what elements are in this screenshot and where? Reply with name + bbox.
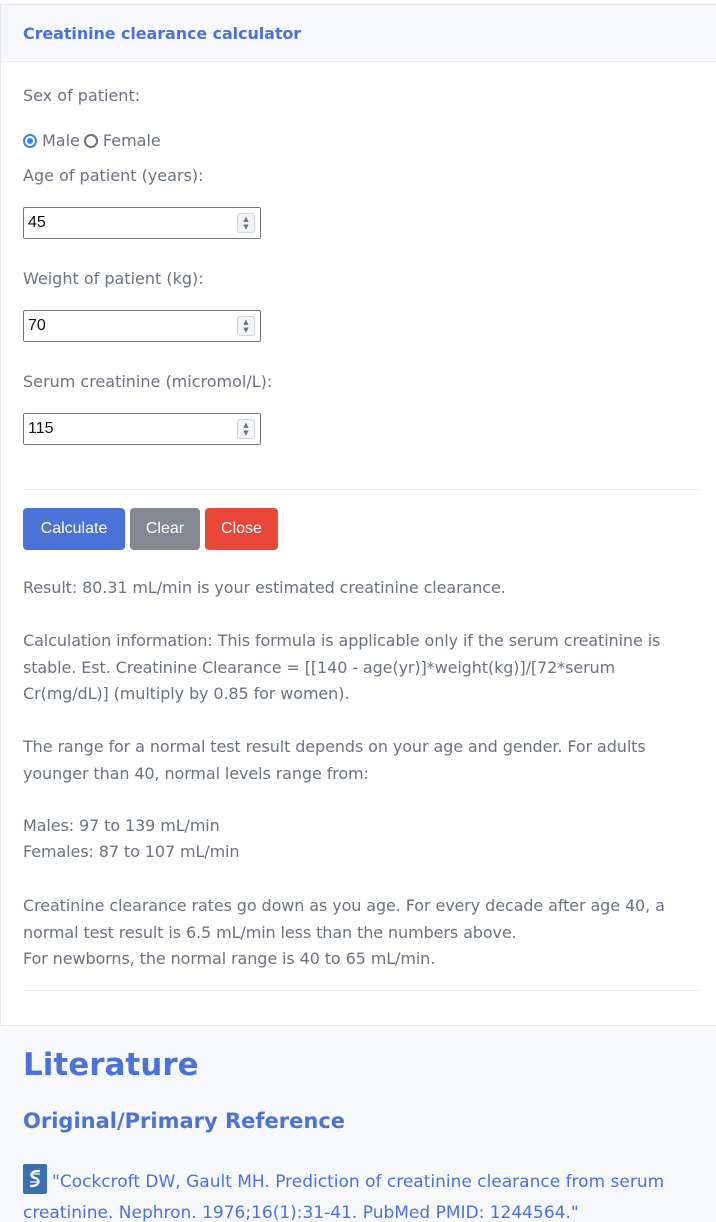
calculation-info: Calculation information: This formula is… <box>23 631 661 703</box>
card-header: Creatinine clearance calculator <box>1 5 716 62</box>
sex-option-female[interactable]: Female <box>83 131 161 150</box>
age-input[interactable]: 45 ▲ ▼ <box>23 207 261 239</box>
creatinine-value: 115 <box>28 420 54 437</box>
result-text: Result: 80.31 mL/min is your estimated c… <box>23 578 506 597</box>
age-value: 45 <box>28 214 46 231</box>
weight-spinner[interactable]: ▲ ▼ <box>237 316 255 336</box>
creatinine-input[interactable]: 115 ▲ ▼ <box>23 413 261 445</box>
pubmed-icon <box>23 1164 47 1194</box>
close-button[interactable]: Close <box>205 508 278 550</box>
male-label: Male <box>42 131 80 150</box>
weight-input[interactable]: 70 ▲ ▼ <box>23 310 261 342</box>
male-radio[interactable] <box>23 133 37 148</box>
age-label: Age of patient (years): <box>23 166 204 185</box>
weight-value: 70 <box>28 317 46 334</box>
sex-label: Sex of patient: <box>23 86 141 105</box>
clear-button[interactable]: Clear <box>130 508 200 550</box>
weight-label: Weight of patient (kg): <box>23 269 204 288</box>
newborns-note: For newborns, the normal range is 40 to … <box>23 949 436 968</box>
creatinine-spinner[interactable]: ▲ ▼ <box>237 419 255 439</box>
result-divider <box>23 990 702 991</box>
age-decline-note: Creatinine clearance rates go down as yo… <box>23 896 665 942</box>
female-radio[interactable] <box>83 133 98 148</box>
card-title: Creatinine clearance calculator <box>23 23 302 43</box>
females-range: Females: 87 to 107 mL/min <box>23 842 240 861</box>
range-intro: The range for a normal test result depen… <box>23 737 646 783</box>
males-range: Males: 97 to 139 mL/min <box>23 816 220 835</box>
sex-radio-group: Male Female <box>23 131 165 150</box>
literature-section: Literature Original/Primary Reference "C… <box>0 1030 716 1222</box>
form-divider <box>23 489 702 490</box>
reference-link-block: "Cockcroft DW, Gault MH. Prediction of c… <box>23 1164 703 1222</box>
primary-reference-heading: Original/Primary Reference <box>23 1109 346 1133</box>
calculate-button[interactable]: Calculate <box>23 508 125 550</box>
literature-heading: Literature <box>23 1047 199 1083</box>
sex-option-male[interactable]: Male <box>23 131 80 150</box>
age-spinner[interactable]: ▲ ▼ <box>237 213 255 233</box>
reference-link[interactable]: "Cockcroft DW, Gault MH. Prediction of c… <box>23 1172 664 1222</box>
creatinine-label: Serum creatinine (micromol/L): <box>23 372 273 391</box>
female-label: Female <box>102 131 161 150</box>
